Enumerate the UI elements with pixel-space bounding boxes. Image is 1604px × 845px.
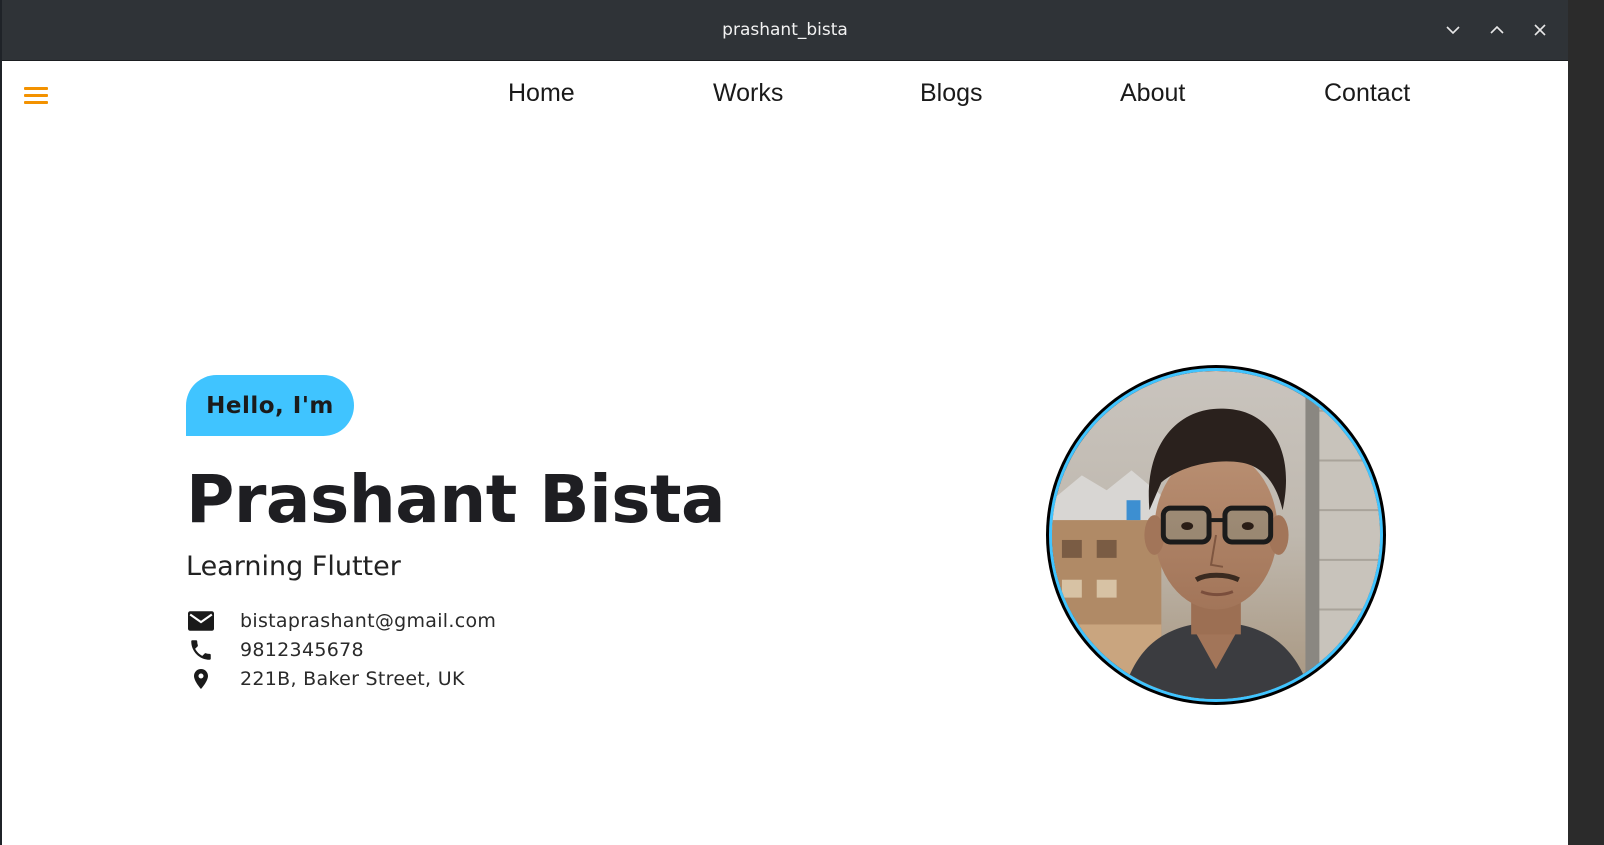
hero-subtitle: Learning Flutter: [186, 551, 401, 582]
top-navigation: Home Works Blogs About Contact: [2, 61, 1568, 131]
contact-phone-row: 9812345678: [188, 637, 364, 663]
profile-photo: [1049, 368, 1383, 702]
contact-phone[interactable]: 9812345678: [240, 639, 364, 661]
phone-icon: [188, 637, 214, 663]
chevron-up-icon: [1490, 25, 1504, 34]
minimize-button[interactable]: [1439, 16, 1467, 44]
greeting-badge: Hello, I'm: [186, 375, 354, 436]
hero-name: Prashant Bista: [186, 461, 726, 538]
nav-about[interactable]: About: [1120, 79, 1185, 108]
hamburger-menu-icon[interactable]: [24, 84, 50, 106]
avatar: [1046, 365, 1386, 705]
title-bar[interactable]: prashant_bista: [2, 0, 1568, 61]
chevron-down-icon: [1446, 26, 1460, 35]
nav-contact[interactable]: Contact: [1324, 79, 1410, 108]
window-title: prashant_bista: [722, 20, 848, 40]
nav-works[interactable]: Works: [713, 79, 783, 108]
mail-icon: [188, 608, 214, 634]
app-window: prashant_bista Home Works Blogs About Co…: [0, 0, 1568, 845]
close-button[interactable]: [1526, 16, 1554, 44]
close-icon: [1534, 24, 1546, 36]
contact-address-row: 221B, Baker Street, UK: [188, 666, 464, 692]
location-pin-icon: [188, 666, 214, 692]
nav-blogs[interactable]: Blogs: [920, 79, 983, 108]
contact-address: 221B, Baker Street, UK: [240, 668, 465, 690]
nav-home[interactable]: Home: [508, 79, 575, 108]
maximize-button[interactable]: [1483, 16, 1511, 44]
contact-email-row: bistaprashant@gmail.com: [188, 608, 496, 634]
contact-email[interactable]: bistaprashant@gmail.com: [240, 610, 496, 632]
